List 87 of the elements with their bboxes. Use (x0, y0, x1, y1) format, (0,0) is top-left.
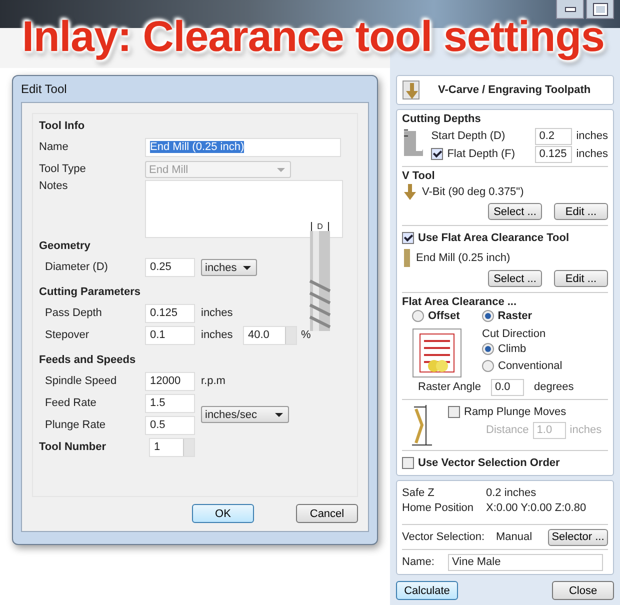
section-heading: Geometry (39, 240, 92, 252)
section-heading: Flat Area Clearance ... (402, 296, 518, 308)
ok-button[interactable]: OK (192, 504, 254, 523)
vector-order-checkbox[interactable] (402, 457, 414, 469)
info-label: Safe Z (402, 487, 436, 501)
field-label: Notes (39, 180, 69, 192)
tool-name: End Mill (0.25 inch) (416, 252, 510, 264)
start-depth-field[interactable]: 0.2 (535, 128, 572, 144)
checkbox-label: Use Vector Selection Order (418, 457, 560, 469)
checkbox-label: Ramp Plunge Moves (464, 406, 566, 418)
unit-label: inches (201, 307, 234, 319)
feed-rate-field[interactable]: 1.5 (145, 394, 195, 412)
selection-mode: Manual (496, 531, 532, 543)
cut-direction-label: Cut Direction (482, 328, 547, 340)
radio-button[interactable] (412, 310, 424, 322)
radio-button[interactable] (482, 360, 494, 372)
unit-label: inches (201, 329, 234, 341)
unit-label: inches (570, 424, 602, 436)
checkbox-label: Use Flat Area Clearance Tool (418, 232, 569, 244)
info-value: X:0.00 Y:0.00 Z:0.80 (486, 502, 586, 516)
field-label: Tool Type (39, 163, 87, 175)
field-label: Vector Selection: (402, 531, 486, 543)
field-label: Stepover (44, 329, 90, 341)
select-button[interactable]: Select ... (488, 203, 542, 220)
field-label: Start Depth (D) (431, 130, 506, 142)
unit-label: degrees (534, 381, 574, 393)
unit-label: r.p.m (201, 375, 226, 387)
maximize-icon[interactable] (586, 0, 614, 19)
field-label: Spindle Speed (44, 375, 118, 387)
diameter-field[interactable]: 0.25 (145, 258, 195, 276)
tool-name: V-Bit (90 deg 0.375") (422, 186, 524, 198)
info-label: Home Position (402, 502, 475, 516)
radio-label: Raster (498, 310, 532, 322)
field-label: Pass Depth (44, 307, 103, 319)
stepover-field[interactable]: 0.1 (145, 326, 195, 344)
end-mill-icon (404, 249, 410, 267)
cancel-button[interactable]: Cancel (296, 504, 358, 523)
raster-angle-field[interactable]: 0.0 (490, 378, 524, 396)
select-button[interactable]: Select ... (488, 270, 542, 287)
section-heading: V Tool (402, 170, 436, 182)
field-label: Tool Number (39, 441, 108, 453)
field-label: Name: (402, 556, 436, 568)
pass-depth-field[interactable]: 0.125 (145, 304, 195, 322)
raster-pattern-icon (412, 328, 462, 378)
selector-button[interactable]: Selector ... (548, 528, 608, 546)
field-label: Name (39, 141, 70, 153)
radio-label: Conventional (498, 360, 562, 372)
clearance-tool-checkbox[interactable] (402, 232, 414, 244)
spindle-speed-field[interactable]: 12000 (145, 372, 195, 390)
field-label: Raster Angle (418, 381, 481, 393)
field-label: Plunge Rate (44, 419, 107, 431)
radio-label: Climb (498, 342, 526, 354)
plunge-rate-field[interactable]: 0.5 (145, 416, 195, 434)
unit-label: inches (576, 148, 608, 160)
flat-depth-field[interactable]: 0.125 (535, 146, 572, 162)
radio-button[interactable] (482, 342, 494, 354)
info-value: 0.2 inches (486, 487, 536, 501)
ramp-plunge-checkbox[interactable] (448, 406, 460, 418)
edit-button[interactable]: Edit ... (554, 203, 608, 220)
radio-button[interactable] (482, 310, 494, 322)
section-heading: Tool Info (39, 120, 86, 132)
unit-dropdown[interactable]: inches (201, 258, 257, 276)
section-heading: Cutting Depths (402, 113, 482, 125)
name-field[interactable]: End Mill (0.25 inch) (145, 138, 341, 156)
rate-unit-dropdown[interactable]: inches/sec (201, 406, 289, 422)
panel-title: V-Carve / Engraving Toolpath (438, 84, 591, 96)
calculate-button[interactable]: Calculate (396, 581, 458, 600)
field-label: Diameter (D) (44, 261, 109, 273)
section-heading: Cutting Parameters (39, 286, 142, 298)
edit-button[interactable]: Edit ... (554, 270, 608, 287)
radio-label: Offset (428, 310, 460, 322)
section-heading: Feeds and Speeds (39, 354, 137, 366)
flat-depth-checkbox[interactable] (431, 148, 444, 160)
caption-title: Inlay: Clearance tool settings (22, 12, 604, 63)
toolpath-name-field[interactable]: Vine Male (448, 554, 603, 570)
field-label: Flat Depth (F) (447, 148, 516, 160)
minimize-icon[interactable] (556, 0, 584, 19)
field-label: Distance (486, 424, 529, 436)
stepover-percent-spinner[interactable]: 40.0 (243, 326, 297, 344)
tool-number-spinner[interactable]: 1 (149, 438, 195, 456)
depth-diagram-icon (402, 127, 424, 157)
notes-field[interactable] (145, 180, 343, 238)
field-label: Feed Rate (44, 397, 98, 409)
percent-label: % (301, 329, 311, 341)
unit-label: inches (576, 130, 608, 142)
dialog-title: Edit Tool (21, 81, 68, 98)
close-button[interactable]: Close (552, 581, 614, 600)
